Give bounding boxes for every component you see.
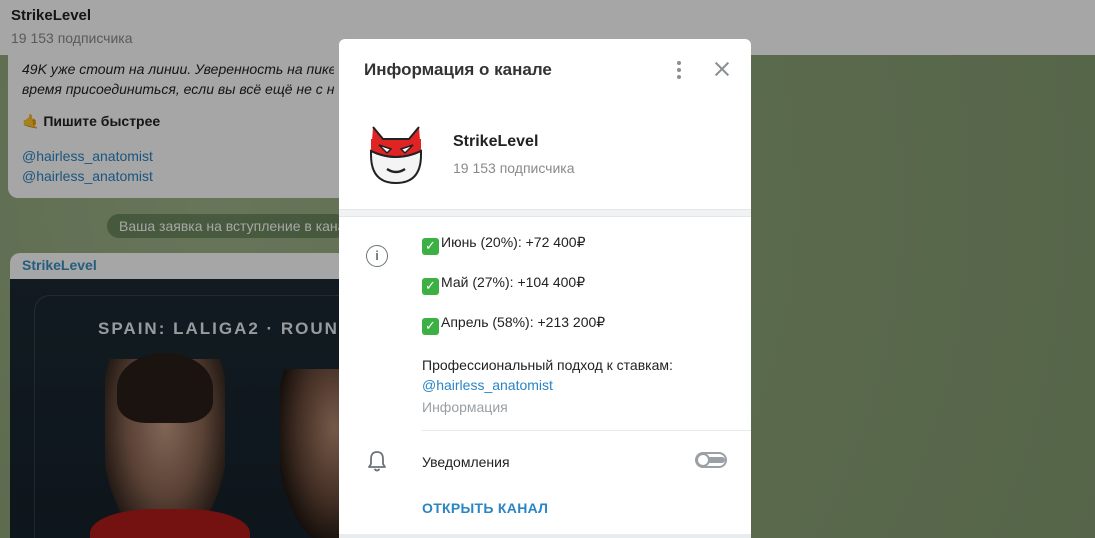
modal-title: Информация о канале: [364, 60, 552, 79]
notifications-label: Уведомления: [422, 454, 510, 470]
bell-icon: [368, 451, 386, 472]
info-icon: i: [366, 245, 388, 267]
modal-header: Информация о канале: [339, 39, 751, 99]
channel-subscribers: 19 153 подписчика: [453, 160, 575, 176]
description-line-text: Апрель (58%): +213 200₽: [441, 314, 606, 330]
channel-info-modal: Информация о канале StrikeLevel 19 153 п…: [339, 39, 751, 538]
close-icon[interactable]: [711, 58, 733, 80]
notifications-toggle[interactable]: [695, 452, 727, 468]
description-label: Информация: [422, 399, 508, 415]
section-separator: [339, 209, 751, 217]
check-icon: ✓: [422, 278, 439, 295]
more-vertical-icon[interactable]: [669, 58, 689, 80]
toggle-knob: [696, 453, 710, 467]
channel-name: StrikeLevel: [453, 133, 539, 150]
description-line: ✓ Май (27%): +104 400₽: [422, 274, 585, 295]
description-line-text: Июнь (20%): +72 400₽: [441, 234, 586, 250]
open-channel-button[interactable]: ОТКРЫТЬ КАНАЛ: [422, 500, 548, 516]
description-text: Профессиональный подход к ставкам:: [422, 357, 673, 373]
description-link[interactable]: @hairless_anatomist: [422, 377, 553, 393]
check-icon: ✓: [422, 238, 439, 255]
description-line: ✓ Апрель (58%): +213 200₽: [422, 314, 605, 335]
check-icon: ✓: [422, 318, 439, 335]
channel-avatar: [370, 126, 422, 185]
divider: [422, 430, 751, 431]
bottom-separator: [339, 534, 751, 538]
description-line-text: Май (27%): +104 400₽: [441, 274, 586, 290]
description-line: ✓ Июнь (20%): +72 400₽: [422, 234, 586, 255]
